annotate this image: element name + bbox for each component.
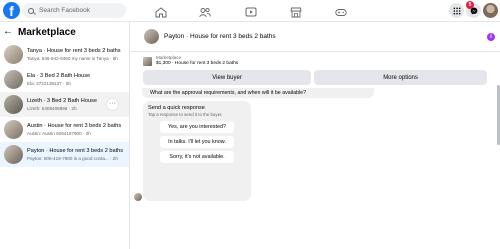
conversation-preview: Payton: 606-419-7900 is a good conta... … [27,156,118,161]
chat-avatar[interactable] [144,29,159,44]
chat-panel: Payton · House for rent 3 beds 2 baths i… [130,22,500,249]
conversation-item[interactable]: Tanya · House for rent 3 beds 2 baths Ta… [0,42,129,67]
quick-response-button[interactable]: In talks. I'll let you know. [160,136,234,148]
quick-response-card: Send a quick response Tap a response to … [143,101,251,201]
search-icon [28,7,34,14]
page-title: Marketplace [18,26,76,38]
search-input[interactable] [39,7,124,14]
message-thread: What are the approval requirements, and … [130,85,500,203]
more-options-button[interactable]: More options [314,70,487,85]
listing-thumbnail [4,145,23,164]
conversation-more-button[interactable]: ··· [106,98,119,111]
marketplace-inbox-panel: ← Marketplace Tanya · House for rent 3 b… [0,22,130,249]
quick-response-title: Send a quick response [148,105,205,111]
conversation-title: Tanya · House for rent 3 beds 2 baths [27,48,121,54]
listing-thumbnail [4,45,23,64]
friends-icon[interactable] [199,5,211,18]
listing-thumbnail [4,120,23,139]
top-navigation-bar: f 5 [0,0,500,22]
watch-icon[interactable] [245,5,257,17]
listing-thumbnail [4,95,23,114]
gaming-icon[interactable] [335,5,347,16]
conversation-item[interactable]: Ela · 3 Bed 2 Bath House Ela: 2722138137… [0,67,129,92]
quick-response-subtitle: Tap a response to send it to the buyer. [148,112,223,117]
home-icon[interactable] [155,5,167,18]
conversation-title: Austin · House for rent 3 beds 2 baths [27,123,122,129]
message-bubble: What are the approval requirements, and … [142,88,374,98]
conversation-title: Payton · House for rent 3 beds 2 baths [27,148,124,154]
sender-avatar [134,193,142,201]
menu-grid-icon[interactable] [449,3,464,18]
inbox-header: ← Marketplace [0,22,129,42]
back-arrow-icon[interactable]: ← [3,27,13,37]
notification-badge: 5 [466,1,474,9]
conversation-title: Ela · 3 Bed 2 Bath House [27,73,91,79]
listing-summary: Marketplace $1,300 · House for rent 3 be… [130,52,500,85]
listing-price[interactable]: $1,300 · House for rent 3 beds 2 baths [156,61,238,67]
search-box[interactable] [22,3,126,18]
quick-response-button[interactable]: Yes, are you interested? [160,121,234,133]
conversation-preview: Ela: 2722138137 · 5h [27,81,71,86]
info-icon[interactable]: i [487,33,495,41]
conversation-item[interactable]: Austin · House for rent 3 beds 2 baths A… [0,117,129,142]
conversation-item[interactable]: Lizeth · 3 Bed 2 Bath House Lizeth: 5408… [0,92,129,117]
conversation-preview: Tanya: 646-642-6460 my name is Tanya · 6… [27,56,118,61]
facebook-logo[interactable]: f [3,2,20,19]
chat-title[interactable]: Payton · House for rent 3 beds 2 baths [164,33,276,40]
listing-thumbnail[interactable] [143,57,152,66]
conversation-preview: Austin: Austin 6094197900 · 2h [27,131,91,136]
view-buyer-button[interactable]: View buyer [143,70,312,85]
conversation-item-active[interactable]: Payton · House for rent 3 beds 2 baths P… [0,142,129,167]
profile-avatar[interactable] [483,3,498,18]
listing-thumbnail [4,70,23,89]
marketplace-icon[interactable] [290,5,302,18]
chat-header: Payton · House for rent 3 beds 2 baths i [130,22,500,52]
quick-response-button[interactable]: Sorry, it's not available. [160,151,234,163]
